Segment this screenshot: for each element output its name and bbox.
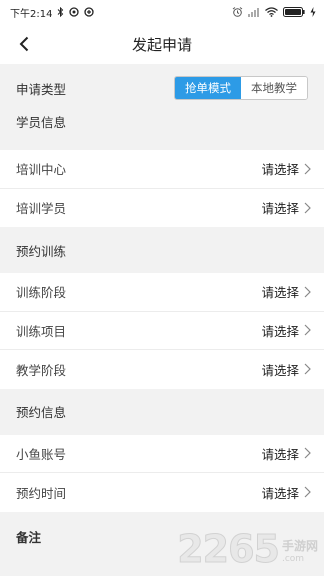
training-stage-row[interactable]: 训练阶段 请选择 — [0, 273, 324, 312]
chevron-right-icon — [304, 324, 311, 336]
teaching-stage-row[interactable]: 教学阶段 请选择 — [0, 350, 324, 389]
chevron-right-icon — [304, 486, 311, 498]
grab-order-mode-button[interactable]: 抢单模式 — [175, 77, 241, 99]
watermark-number: 2265 — [177, 527, 281, 571]
battery-icon — [283, 7, 305, 17]
section-title-text: 预约信息 — [16, 405, 67, 420]
row-label: 小鱼账号 — [16, 446, 67, 462]
xiaoyu-account-row[interactable]: 小鱼账号 请选择 — [0, 435, 324, 473]
row-value: 请选择 — [261, 285, 299, 301]
charging-icon — [310, 7, 316, 17]
app-notification-icon — [69, 7, 80, 17]
chevron-right-icon — [304, 363, 311, 375]
booking-info-group: 小鱼账号 请选择 预约时间 请选择 — [0, 434, 324, 512]
section-title-text: 预约训练 — [16, 243, 67, 259]
row-value: 请选择 — [261, 201, 299, 217]
section-title-text: 学员信息 — [16, 115, 67, 130]
chevron-right-icon — [304, 447, 311, 459]
section-title-booking-training: 预约训练 — [0, 227, 324, 273]
row-label: 培训中心 — [16, 162, 67, 178]
local-teaching-button[interactable]: 本地教学 — [241, 77, 307, 99]
row-value: 请选择 — [261, 323, 299, 339]
apply-type-label: 申请类型 — [16, 81, 67, 97]
section-title-student-info: 学员信息 — [0, 112, 324, 140]
chevron-right-icon — [304, 163, 311, 175]
wifi-icon — [265, 7, 278, 17]
row-value: 请选择 — [261, 162, 299, 178]
site-watermark: 2265 手游网 .com — [177, 527, 318, 571]
nav-bar: 发起申请 — [0, 24, 324, 64]
status-bar: 下午2:14 — [0, 0, 324, 24]
watermark-domain: .com — [281, 554, 305, 564]
chevron-right-icon — [304, 202, 311, 214]
row-label: 训练阶段 — [16, 285, 67, 301]
back-button[interactable] — [12, 32, 36, 56]
row-value: 请选择 — [261, 446, 299, 462]
training-student-row[interactable]: 培训学员 请选择 — [0, 189, 324, 228]
section-title-text: 备注 — [16, 530, 42, 545]
row-label: 预约时间 — [16, 485, 67, 501]
app-notification-icon-2 — [84, 7, 95, 17]
row-label: 训练项目 — [16, 323, 67, 339]
row-label: 教学阶段 — [16, 362, 67, 378]
training-item-row[interactable]: 训练项目 请选择 — [0, 312, 324, 350]
training-center-row[interactable]: 培训中心 请选择 — [0, 150, 324, 189]
signal-icon — [248, 7, 260, 17]
booking-time-row[interactable]: 预约时间 请选择 — [0, 473, 324, 512]
apply-type-row: 申请类型 抢单模式 本地教学 — [0, 64, 324, 112]
row-value: 请选择 — [261, 485, 299, 501]
booking-training-group: 训练阶段 请选择 训练项目 请选择 教学阶段 请选择 — [0, 273, 324, 389]
alarm-icon — [232, 7, 243, 17]
apply-type-segmented-control: 抢单模式 本地教学 — [174, 76, 308, 100]
status-time: 下午2:14 — [10, 8, 53, 20]
watermark-text: 手游网 — [281, 539, 318, 553]
chevron-right-icon — [304, 286, 311, 298]
page-title: 发起申请 — [131, 35, 192, 54]
bluetooth-icon — [57, 7, 64, 17]
chevron-left-icon — [19, 36, 29, 52]
student-info-group: 培训中心 请选择 培训学员 请选择 — [0, 150, 324, 227]
row-label: 培训学员 — [16, 201, 67, 217]
section-title-booking-info: 预约信息 — [0, 388, 324, 435]
row-value: 请选择 — [261, 362, 299, 378]
